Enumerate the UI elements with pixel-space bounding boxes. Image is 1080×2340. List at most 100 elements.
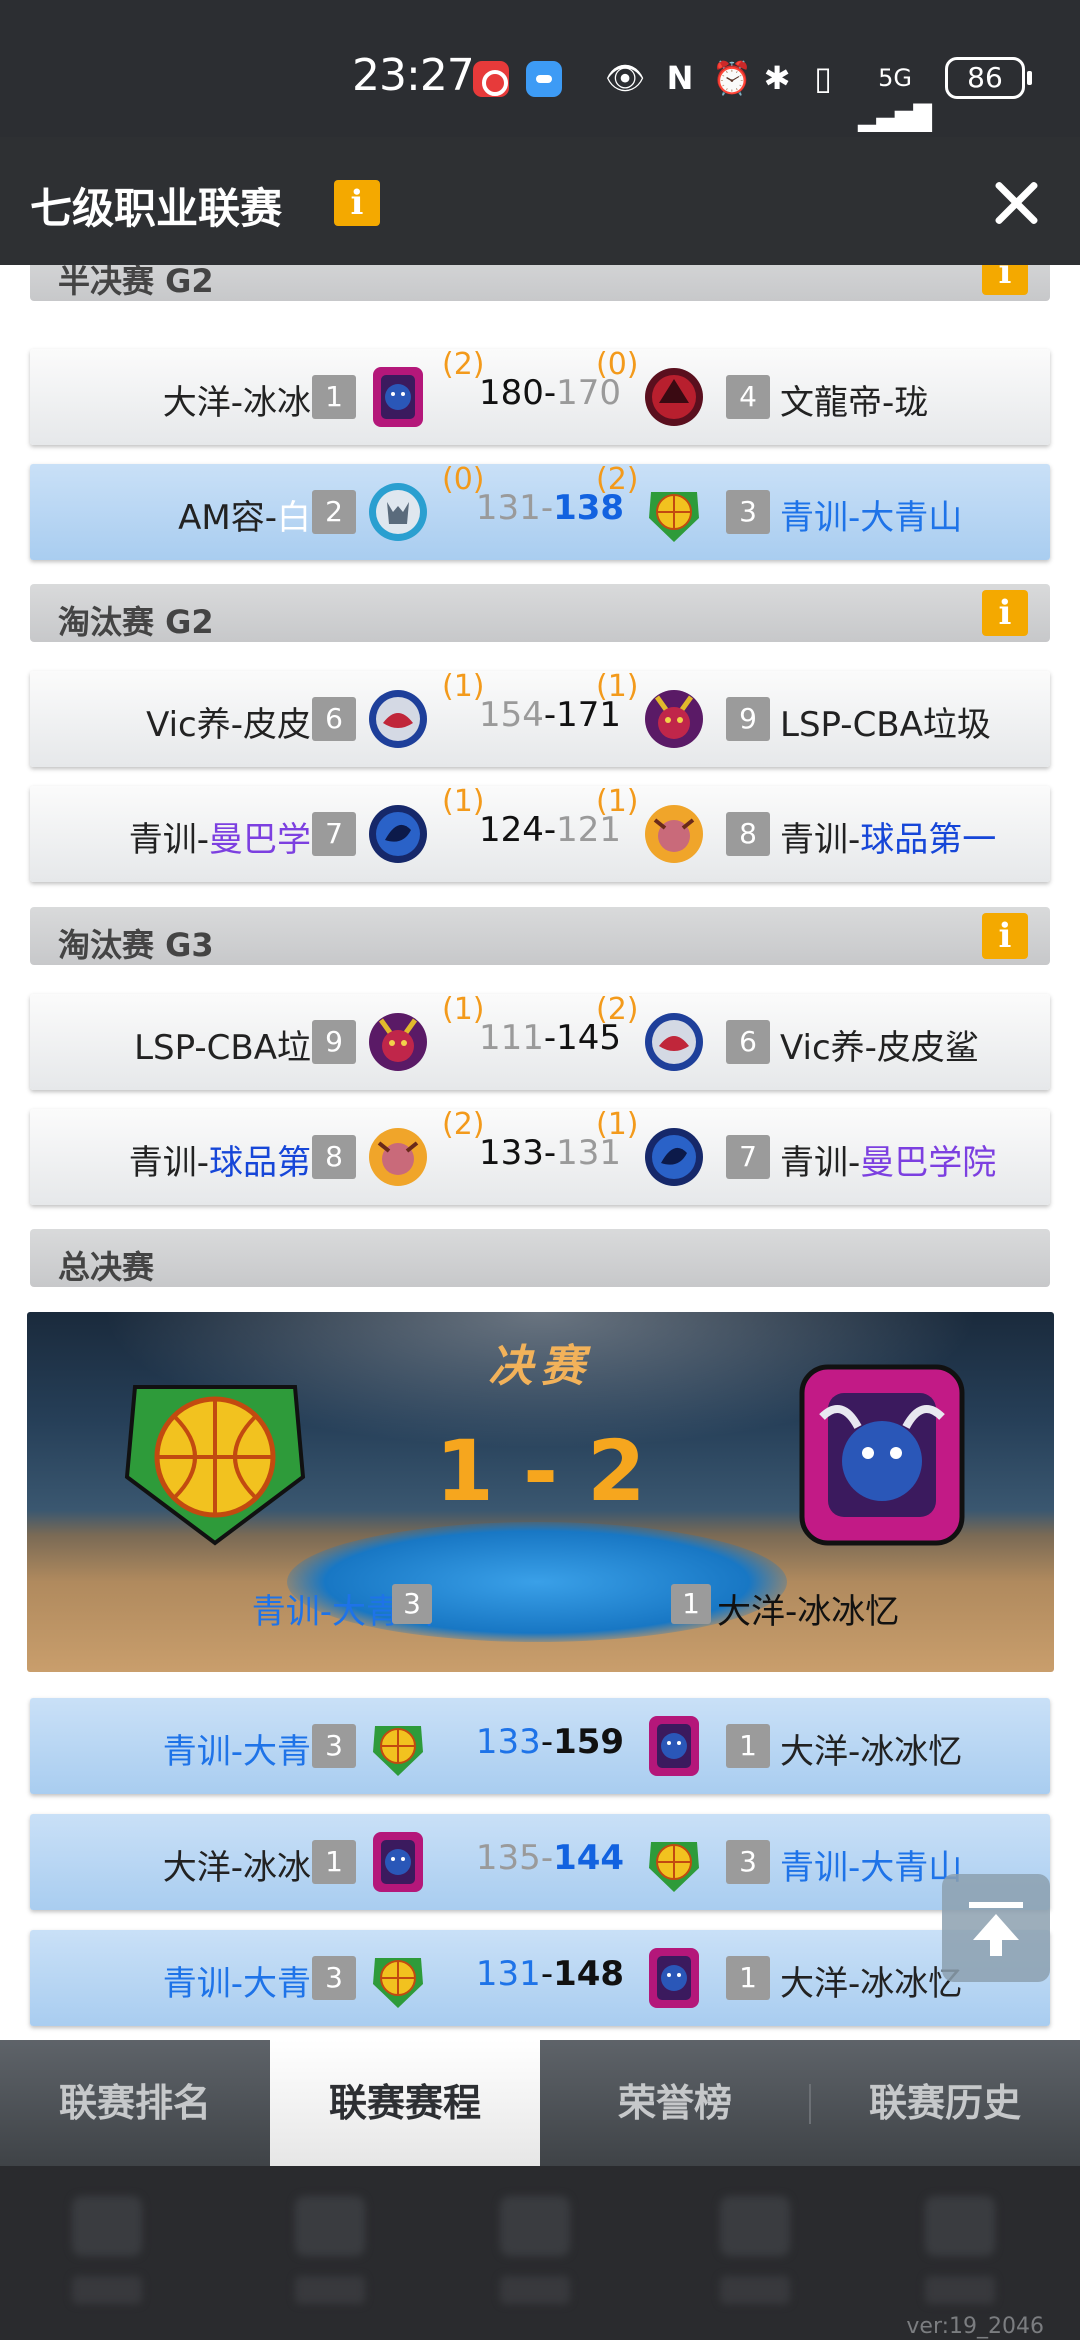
schedule-list[interactable]: 半决赛 G2 i 大洋-冰冰忆 1 (2) 180-170 (0) 4 文龍帝-…	[0, 265, 1080, 2040]
finals-banner[interactable]: 决赛 1 - 2 青训-大青山 3 1 大洋-冰冰忆	[27, 1312, 1054, 1672]
away-team-name: 青训-大青山	[780, 1848, 963, 1888]
screen: { "status_bar":{"time":"23:27","battery"…	[0, 0, 1080, 2340]
bison-logo-icon	[649, 1948, 699, 2008]
section-header-knockout-g2: 淘汰赛 G2 i	[30, 584, 1050, 642]
basketball-logo-icon	[124, 1385, 306, 1546]
bison-logo-icon	[373, 367, 423, 427]
match-row[interactable]: 青训-球品第一 8 (2) 133-131 (1) 7 青训-曼巴学院	[30, 1107, 1050, 1205]
scroll-to-top-button[interactable]	[942, 1874, 1050, 1982]
home-seed: 8	[312, 1135, 356, 1179]
nfc-icon: N	[666, 59, 694, 97]
away-seed: 7	[726, 1135, 770, 1179]
tab-standings[interactable]: 联赛排名	[0, 2040, 270, 2166]
match-score: 135-144	[475, 1838, 625, 1878]
basketball-logo-icon	[373, 1726, 423, 1776]
app-notification-icon-2	[526, 61, 562, 97]
match-row[interactable]: 青训-大青山 3 131-148 1 大洋-冰冰忆	[30, 1930, 1050, 2026]
shark-logo-icon	[369, 690, 427, 748]
alarm-icon: ⏰	[712, 59, 752, 97]
nav-label	[295, 2276, 365, 2304]
signal-icon: 5G ▂▄▆█	[858, 64, 932, 132]
info-icon[interactable]: i	[982, 590, 1028, 636]
nav-icon	[720, 2196, 790, 2256]
away-team-name: LSP-CBA垃圾	[780, 705, 991, 745]
nav-icon	[295, 2196, 365, 2256]
match-row[interactable]: AM容-白狼 2 (0) 131-138 (2) 3 青训-大青山	[30, 462, 1050, 560]
bison-logo-icon	[373, 1832, 423, 1892]
section-header-finals: 总决赛	[30, 1229, 1050, 1287]
away-seed: 8	[726, 812, 770, 856]
away-team-name: 青训-曼巴学院	[780, 1143, 997, 1183]
tab-schedule[interactable]: 联赛赛程	[270, 2040, 540, 2166]
away-series-wins: (1)	[596, 669, 639, 704]
away-team-name: 文龍帝-珑	[780, 383, 929, 423]
eye-icon: 👁	[604, 59, 646, 97]
dragon-logo-icon	[645, 368, 703, 426]
tab-honors[interactable]: 荣誉榜	[540, 2040, 810, 2166]
info-icon[interactable]: i	[982, 265, 1028, 295]
home-seed: 1	[312, 375, 356, 419]
section-title: 淘汰赛 G3	[58, 926, 214, 964]
arrow-up-icon	[990, 1938, 1002, 1956]
away-seed: 1	[726, 1956, 770, 2000]
goat-logo-icon	[369, 1013, 427, 1071]
bottom-navigation: ver:19_2046	[0, 2166, 1080, 2340]
nav-label	[720, 2276, 790, 2304]
match-row[interactable]: 青训-曼巴学院 7 (1) 124-121 (1) 8 青训-球品第一	[30, 784, 1050, 882]
home-seed: 1	[312, 1840, 356, 1884]
match-score: 133-159	[475, 1722, 625, 1762]
away-team-name: 青训-大青山	[780, 498, 963, 538]
bluetooth-icon: ✱	[763, 59, 791, 97]
page-title: 七级职业联赛	[30, 184, 283, 233]
away-seed: 1	[726, 1724, 770, 1768]
version-label: ver:19_2046	[906, 2314, 1044, 2339]
status-time: 23:27	[352, 50, 475, 101]
nav-label	[925, 2276, 995, 2304]
section-header-semifinal-g2: 半决赛 G2 i	[30, 265, 1050, 301]
match-score: 131-148	[475, 1954, 625, 1994]
status-bar: 23:27 👁 N ⏰ ✱ ▯ 5G ▂▄▆█ 86	[0, 0, 1080, 137]
section-header-knockout-g3: 淘汰赛 G3 i	[30, 907, 1050, 965]
info-icon[interactable]: i	[334, 180, 380, 226]
away-series-wins: (1)	[596, 784, 639, 819]
info-icon[interactable]: i	[982, 913, 1028, 959]
match-row[interactable]: 大洋-冰冰忆 1 135-144 3 青训-大青山	[30, 1814, 1050, 1910]
away-team-name: 青训-球品第一	[780, 820, 997, 860]
away-series-wins: (0)	[596, 347, 639, 382]
nav-icon	[72, 2196, 142, 2256]
bison-logo-icon	[649, 1716, 699, 1776]
match-row[interactable]: 青训-大青山 3 133-159 1 大洋-冰冰忆	[30, 1698, 1050, 1794]
section-title: 半决赛 G2	[58, 265, 214, 300]
away-team-name: 大洋-冰冰忆	[780, 1732, 963, 1772]
nav-label	[72, 2276, 142, 2304]
away-team-name: Vic养-皮皮鲨	[780, 1028, 979, 1068]
basketball-logo-icon	[373, 1958, 423, 2008]
match-row[interactable]: LSP-CBA垃圾 9 (1) 111-145 (2) 6 Vic养-皮皮鲨	[30, 992, 1050, 1090]
tab-history[interactable]: 联赛历史	[810, 2040, 1080, 2166]
close-icon[interactable]	[990, 177, 1042, 229]
tab-bar: 联赛排名 联赛赛程 荣誉榜 联赛历史	[0, 2040, 1080, 2166]
match-row[interactable]: Vic养-皮皮鲨 6 (1) 154-171 (1) 9 LSP-CBA垃圾	[30, 669, 1050, 767]
away-seed: 4	[726, 375, 770, 419]
basketball-logo-icon	[649, 1842, 699, 1892]
away-seed: 3	[726, 490, 770, 534]
home-seed: 3	[312, 1724, 356, 1768]
bull-logo-icon	[369, 1128, 427, 1186]
away-series-wins: (2)	[596, 992, 639, 1027]
bison-logo-icon	[799, 1364, 965, 1546]
away-series-wins: (2)	[596, 462, 639, 497]
nav-icon	[500, 2196, 570, 2256]
away-team-name: 大洋-冰冰忆	[780, 1964, 963, 2004]
goat-logo-icon	[645, 690, 703, 748]
section-title: 淘汰赛 G2	[58, 603, 214, 641]
basketball-logo-icon	[649, 492, 699, 542]
home-seed: 2	[312, 490, 356, 534]
network-type: 5G	[878, 64, 912, 92]
away-seed: 9	[726, 697, 770, 741]
bull-logo-icon	[645, 805, 703, 863]
home-seed: 3	[312, 1956, 356, 2000]
match-row[interactable]: 大洋-冰冰忆 1 (2) 180-170 (0) 4 文龍帝-珑	[30, 347, 1050, 445]
battery-icon: 86	[945, 57, 1032, 99]
vibrate-icon: ▯	[814, 59, 832, 97]
section-title: 总决赛	[58, 1248, 155, 1286]
